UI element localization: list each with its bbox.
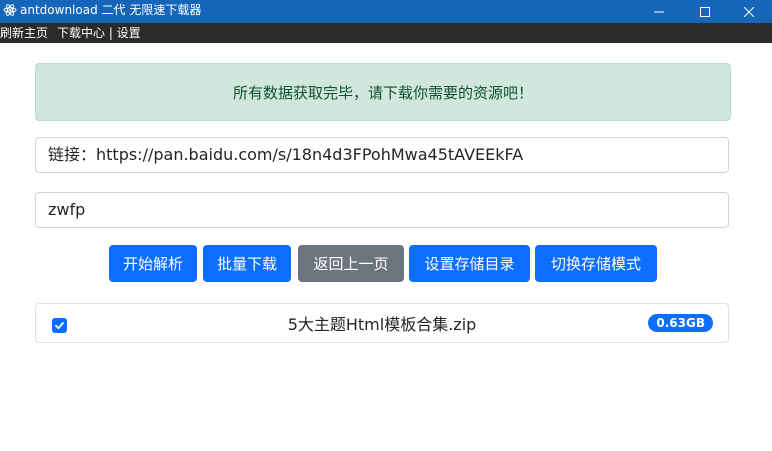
checkmark-icon	[55, 322, 64, 330]
batch-download-button[interactable]: 批量下载	[203, 245, 291, 282]
file-name: 5大主题Html模板合集.zip	[287, 315, 477, 334]
menu-download-center-settings[interactable]: 下载中心 | 设置	[57, 26, 141, 40]
maximize-button[interactable]	[682, 0, 728, 23]
file-size-badge: 0.63GB	[648, 314, 713, 332]
share-link-input[interactable]	[35, 137, 729, 173]
window-title: antdownload 二代 无限速下载器	[20, 3, 202, 17]
start-parse-button[interactable]: 开始解析	[109, 245, 197, 282]
file-checkbox[interactable]	[52, 318, 67, 333]
extraction-code-input[interactable]	[35, 192, 729, 228]
alert-message: 所有数据获取完毕，请下载你需要的资源吧！	[232, 83, 533, 102]
success-alert: 所有数据获取完毕，请下载你需要的资源吧！	[35, 63, 731, 121]
set-storage-dir-button[interactable]: 设置存储目录	[409, 245, 530, 282]
menu-refresh-home[interactable]: 刷新主页	[0, 26, 48, 40]
minimize-icon	[654, 11, 664, 12]
title-bar: antdownload 二代 无限速下载器	[0, 0, 772, 23]
close-icon	[744, 6, 754, 17]
switch-storage-mode-button[interactable]: 切换存储模式	[535, 245, 657, 282]
menu-bar: 刷新主页 下载中心 | 设置	[0, 23, 772, 43]
maximize-icon	[700, 6, 710, 17]
minimize-button[interactable]	[636, 0, 682, 23]
electron-icon	[3, 4, 17, 16]
close-button[interactable]	[726, 0, 772, 23]
file-list-item[interactable]: 5大主题Html模板合集.zip 0.63GB	[35, 303, 729, 343]
back-button[interactable]: 返回上一页	[298, 245, 404, 282]
